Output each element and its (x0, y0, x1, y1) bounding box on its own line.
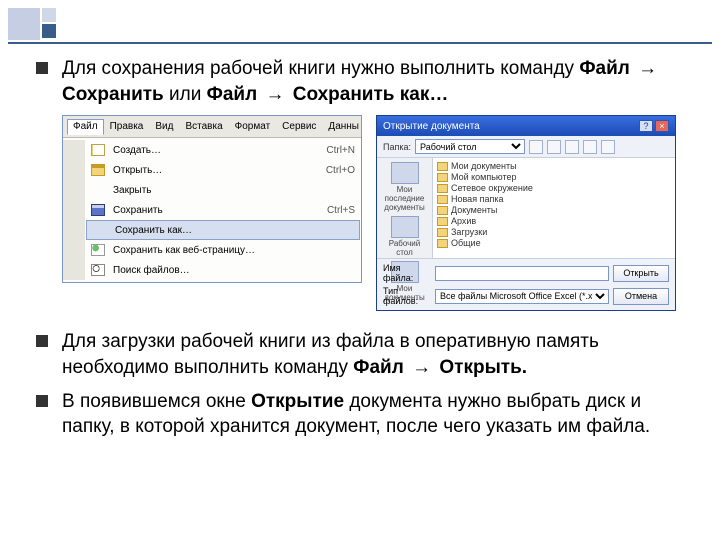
filetype-label: Тип файлов: (383, 286, 431, 306)
dialog-toolbar: Папка: Рабочий стол (377, 136, 675, 158)
close-icon[interactable]: × (655, 120, 669, 132)
lookin-select[interactable]: Рабочий стол (415, 139, 525, 154)
menu-item-close[interactable]: Закрыть (85, 180, 361, 200)
open-button[interactable]: Открыть (613, 265, 669, 282)
recent-icon (391, 162, 419, 184)
menubar: Файл Правка Вид Вставка Формат Сервис Да… (63, 116, 361, 138)
folder-icon (437, 206, 448, 215)
list-item: Документы (437, 205, 671, 215)
list-item: Загрузки (437, 227, 671, 237)
toolbar-views-icon[interactable] (601, 140, 615, 154)
globe-icon (91, 244, 105, 256)
menu-item-find-files[interactable]: Поиск файлов… (85, 260, 361, 280)
filename-label: Имя файла: (383, 263, 431, 283)
folder-icon (437, 228, 448, 237)
list-item: Новая папка (437, 194, 671, 204)
bullet-1: Для сохранения рабочей книги нужно выпол… (36, 56, 696, 107)
menu-tab-data[interactable]: Данны (322, 119, 365, 134)
folder-open-icon (91, 164, 105, 176)
folder-icon (437, 217, 448, 226)
folder-icon (437, 173, 448, 182)
cancel-button[interactable]: Отмена (613, 288, 669, 305)
menu-item-save-web[interactable]: Сохранить как веб-страницу… (85, 240, 361, 260)
folder-icon (437, 195, 448, 204)
list-item: Сетевое окружение (437, 183, 671, 193)
desktop-icon (391, 216, 419, 238)
slide-decor (8, 8, 56, 40)
toolbar-newfolder-icon[interactable] (583, 140, 597, 154)
toolbar-back-icon[interactable] (529, 140, 543, 154)
menu-item-saveas[interactable]: Сохранить как… (86, 220, 360, 240)
open-dialog-screenshot: Открытие документа ? × Папка: Рабочий ст… (376, 115, 676, 311)
help-button-icon[interactable]: ? (639, 120, 653, 132)
menu-tab-tools[interactable]: Сервис (276, 119, 322, 134)
menu-tab-edit[interactable]: Правка (104, 119, 150, 134)
floppy-disk-icon (91, 204, 105, 216)
toolbar-up-icon[interactable] (547, 140, 561, 154)
bullet-3: В появившемся окне Открытие документа ну… (36, 389, 696, 440)
folder-icon (437, 162, 448, 171)
dialog-title: Открытие документа (383, 121, 480, 132)
place-desktop[interactable]: Рабочий стол (381, 216, 429, 257)
file-menu-screenshot: Файл Правка Вид Вставка Формат Сервис Да… (62, 115, 362, 283)
place-recent[interactable]: Мои последние документы (381, 162, 429, 212)
menu-tab-insert[interactable]: Вставка (179, 119, 228, 134)
menu-item-open[interactable]: Открыть… Ctrl+O (85, 160, 361, 180)
folder-icon (437, 239, 448, 248)
filename-input[interactable] (435, 266, 609, 281)
menu-item-save[interactable]: Сохранить Ctrl+S (85, 200, 361, 220)
new-document-icon (91, 144, 105, 156)
filetype-select[interactable]: Все файлы Microsoft Office Excel (*.xls;… (435, 289, 609, 304)
menu-item-new[interactable]: Создать… Ctrl+N (85, 140, 361, 160)
slide-rule (8, 42, 712, 44)
menu-tab-format[interactable]: Формат (229, 119, 277, 134)
magnifier-icon (91, 264, 105, 276)
file-list[interactable]: Мои документы Мой компьютер Сетевое окру… (433, 158, 675, 258)
places-bar: Мои последние документы Рабочий стол Мои… (377, 158, 433, 258)
folder-icon (437, 184, 448, 193)
list-item: Мои документы (437, 161, 671, 171)
menu-tab-view[interactable]: Вид (149, 119, 179, 134)
list-item: Мой компьютер (437, 172, 671, 182)
toolbar-delete-icon[interactable] (565, 140, 579, 154)
list-item: Архив (437, 216, 671, 226)
menu-tab-file[interactable]: Файл (67, 119, 104, 135)
list-item: Общие (437, 238, 671, 248)
bullet-2: Для загрузки рабочей книги из файла в оп… (36, 329, 696, 380)
dialog-titlebar: Открытие документа ? × (377, 116, 675, 136)
